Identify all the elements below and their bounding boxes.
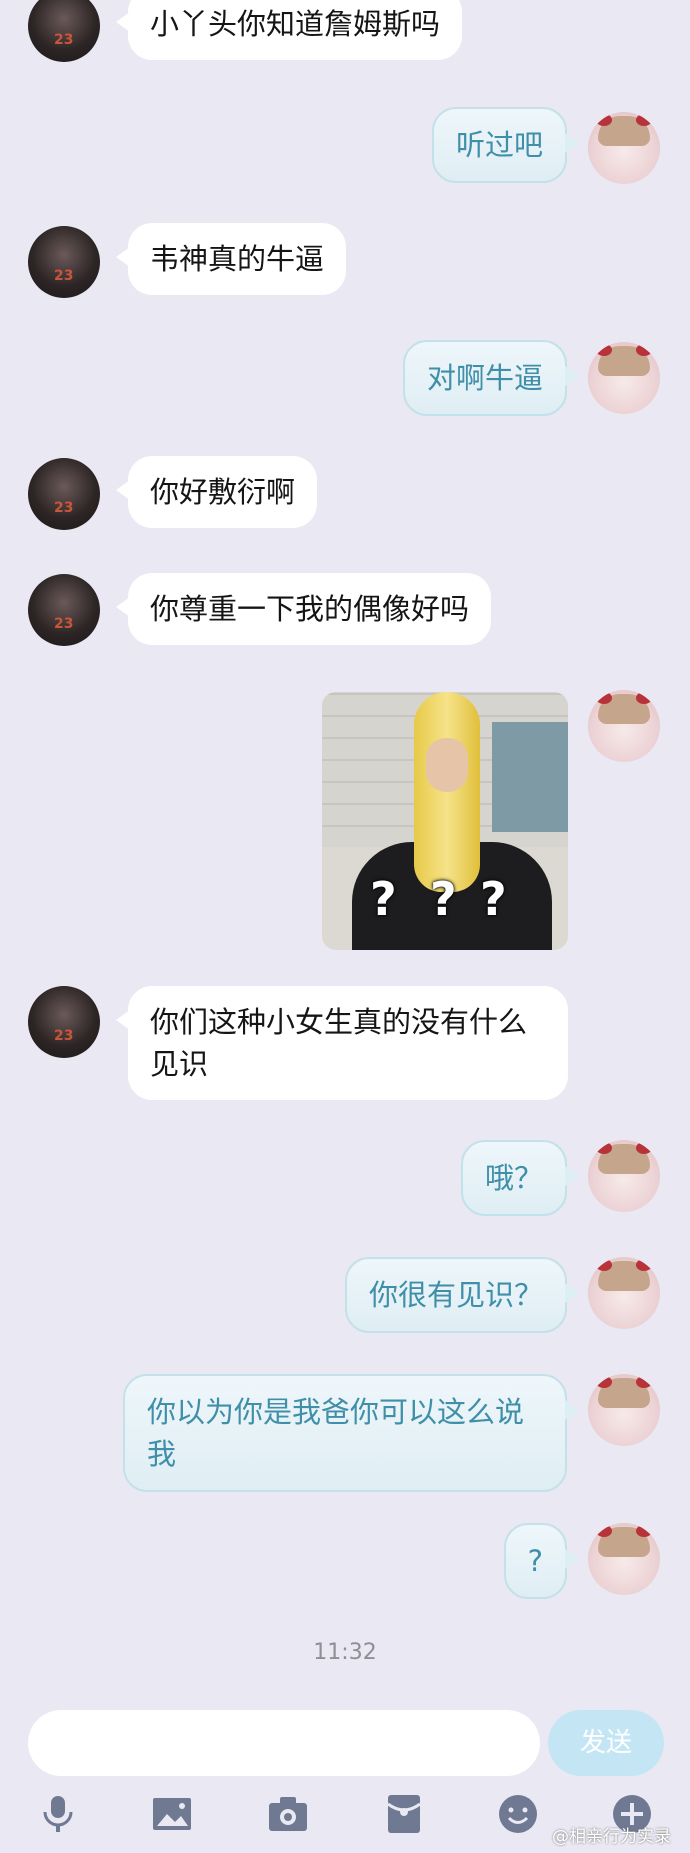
message-text: 你以为你是我爸你可以这么说我: [147, 1395, 525, 1471]
message-bubble: ?: [503, 1523, 580, 1599]
message-bubble: 你很有见识？: [344, 1257, 580, 1333]
sticker-image[interactable]: ? ? ?: [322, 692, 568, 950]
user-avatar[interactable]: [588, 1374, 660, 1446]
contact-avatar[interactable]: [28, 574, 100, 646]
message-bubble: 听过吧: [431, 107, 580, 183]
message-bubble: 你以为你是我爸你可以这么说我: [123, 1374, 579, 1492]
message-timestamp: 11:32: [313, 1640, 377, 1665]
message-text: 对啊牛逼: [426, 361, 543, 395]
question-mark: ?: [370, 872, 397, 926]
camera-icon[interactable]: [266, 1792, 310, 1836]
user-avatar[interactable]: [588, 690, 660, 762]
red-packet-icon[interactable]: [382, 1792, 426, 1836]
message-bubble: 对啊牛逼: [402, 340, 580, 416]
question-mark: ?: [480, 872, 507, 926]
send-button[interactable]: 发送: [548, 1710, 664, 1776]
message-bubble: 你好敷衍啊: [115, 456, 318, 528]
microphone-icon[interactable]: [36, 1792, 80, 1836]
message-bubble: 哦？: [460, 1140, 580, 1216]
user-avatar[interactable]: [588, 1140, 660, 1212]
message-bubble: 韦神真的牛逼: [115, 223, 347, 295]
message-text: ?: [527, 1544, 543, 1578]
user-avatar[interactable]: [588, 342, 660, 414]
message-text: 韦神真的牛逼: [150, 242, 325, 276]
contact-avatar[interactable]: [28, 986, 100, 1058]
message-text: 听过吧: [455, 128, 543, 162]
message-text: 你尊重一下我的偶像好吗: [150, 592, 470, 626]
message-text: 你好敷衍啊: [150, 475, 296, 509]
contact-avatar[interactable]: [28, 226, 100, 298]
watermark: @相亲行为实录: [552, 1827, 671, 1847]
message-text: 你们这种小女生真的没有什么见识: [150, 1005, 528, 1081]
message-text: 你很有见识？: [368, 1278, 543, 1312]
question-mark: ?: [430, 872, 457, 926]
message-bubble: 小丫头你知道詹姆斯吗: [115, 0, 463, 60]
user-avatar[interactable]: [588, 1523, 660, 1595]
contact-avatar[interactable]: [28, 0, 100, 62]
user-avatar[interactable]: [588, 1257, 660, 1329]
user-avatar[interactable]: [588, 112, 660, 184]
contact-avatar[interactable]: [28, 458, 100, 530]
message-input[interactable]: [28, 1710, 540, 1776]
image-icon[interactable]: [150, 1792, 194, 1836]
emoji-icon[interactable]: [496, 1792, 540, 1836]
message-text: 小丫头你知道詹姆斯吗: [150, 7, 441, 41]
message-text: 哦？: [484, 1161, 543, 1195]
message-bubble: 你们这种小女生真的没有什么见识: [116, 986, 568, 1100]
message-bubble: 你尊重一下我的偶像好吗: [115, 573, 492, 645]
